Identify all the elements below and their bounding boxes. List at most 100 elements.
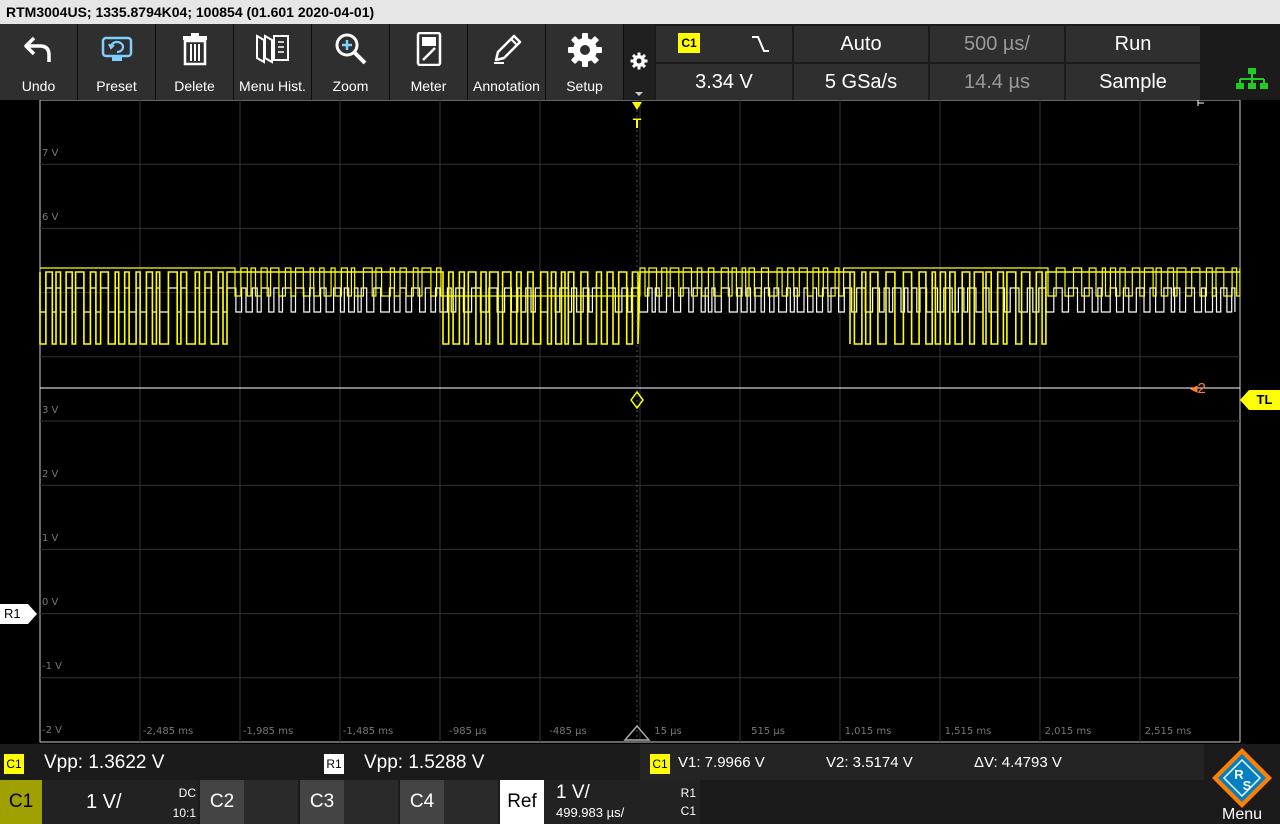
c1-scale-value: 1 V/ <box>86 791 122 813</box>
y-label: 6 V <box>42 212 59 223</box>
channel-c1-button[interactable]: C1 <box>0 780 42 824</box>
timebase-cell[interactable]: 500 µs/ <box>930 26 1064 62</box>
cursor-delta-value: ΔV: 4.4793 V <box>974 754 1062 771</box>
ref-source-value: C1 <box>680 804 696 818</box>
run-state-cell[interactable]: Run <box>1066 26 1200 62</box>
waveform-display[interactable]: T <box>0 100 1280 744</box>
small-gear-icon <box>630 52 648 70</box>
ref-slot-value: R1 <box>680 786 696 800</box>
y-label: 0 V <box>42 597 59 608</box>
menu-history-label: Menu Hist. <box>239 78 306 94</box>
x-label: 15 µs <box>654 726 682 737</box>
annotation-button[interactable]: Annotation <box>468 24 546 100</box>
y-label: 3 V <box>42 405 59 416</box>
y-label: 2 V <box>42 469 59 480</box>
x-label: -1,485 ms <box>342 726 394 737</box>
delete-button[interactable]: Delete <box>156 24 234 100</box>
ref-time-value: 499.983 µs/ <box>556 805 625 820</box>
reference-offset-arrow <box>28 604 37 624</box>
x-label: 1,015 ms <box>844 726 892 737</box>
instrument-title: RTM3004US; 1335.8794K04; 100854 (01.601 … <box>0 0 1280 24</box>
meter-icon <box>416 32 441 66</box>
channel-bar: C1 1 V/ DC 10:1 C2 C3 C4 Ref 1 V/ 499.98… <box>0 780 1280 824</box>
annotation-label: Annotation <box>473 78 540 94</box>
preset-label: Preset <box>96 78 137 94</box>
svg-text:S: S <box>1243 778 1252 793</box>
cursor-v2-value: V2: 3.5174 V <box>826 754 913 771</box>
measurement-bar: C1 Vpp: 1.3622 V R1 Vpp: 1.5288 V C1 V1:… <box>0 744 1280 780</box>
c1-vpp-value[interactable]: Vpp: 1.3622 V <box>44 752 164 774</box>
r1-measure-badge: R1 <box>324 754 344 774</box>
cursor-source-badge: C1 <box>650 754 670 774</box>
y-label: 7 V <box>42 148 59 159</box>
trigger-source-badge: C1 <box>678 33 700 53</box>
dropdown-arrow-icon <box>635 92 643 96</box>
reference-line-marker[interactable]: ◂2 <box>1190 379 1206 397</box>
y-label: -2 V <box>42 725 62 736</box>
x-label: 2,515 ms <box>1144 726 1192 737</box>
x-label: 1,515 ms <box>944 726 992 737</box>
rohde-schwarz-logo-icon: R S <box>1212 748 1272 808</box>
r1-vpp-value[interactable]: Vpp: 1.5288 V <box>364 752 484 774</box>
x-label: 515 µs <box>751 726 785 737</box>
x-label: 2,015 ms <box>1044 726 1092 737</box>
left-arrow-icon: ◂ <box>1190 380 1198 397</box>
network-icon <box>1236 68 1268 89</box>
reference-offset-marker[interactable]: R1 <box>0 604 38 624</box>
c1-measure-badge: C1 <box>4 754 24 774</box>
y-label: -1 V <box>42 661 62 672</box>
pencil-icon <box>493 34 521 64</box>
trigger-level-arrow <box>1240 390 1249 410</box>
zoom-icon <box>335 33 366 65</box>
reference-settings[interactable]: 1 V/ 499.983 µs/ R1 C1 <box>544 780 700 824</box>
reference-offset-label: R1 <box>0 604 28 624</box>
ref-scale-value: 1 V/ <box>556 782 590 803</box>
trigger-label: T <box>633 115 642 131</box>
acquisition-mode-cell[interactable]: Sample <box>1066 64 1200 100</box>
undo-label: Undo <box>21 78 56 94</box>
undo-button[interactable]: Undo <box>0 24 78 100</box>
channel-c2-settings[interactable] <box>244 780 298 824</box>
x-label: -485 µs <box>549 726 587 737</box>
x-label: -985 µs <box>449 726 487 737</box>
channel-c4-button[interactable]: C4 <box>400 780 444 824</box>
cursor-v1-value: V1: 7.9966 V <box>678 754 765 771</box>
trigger-offset-cell[interactable]: 14.4 µs <box>930 64 1064 100</box>
setup-button[interactable]: Setup <box>546 24 624 100</box>
trash-icon <box>182 33 207 66</box>
channel-c2-button[interactable]: C2 <box>200 780 244 824</box>
reference-line-index: 2 <box>1197 380 1206 397</box>
zoom-label: Zoom <box>332 78 369 94</box>
y-label: 1 V <box>42 533 59 544</box>
meter-button[interactable]: Meter <box>390 24 468 100</box>
toolbar: Undo Preset Delete Menu Hist. Zoom Meter… <box>0 24 1280 100</box>
menu-history-icon <box>255 34 289 64</box>
setup-label: Setup <box>566 78 603 94</box>
channel-c3-button[interactable]: C3 <box>300 780 344 824</box>
channel-c3-settings[interactable] <box>344 780 398 824</box>
quick-settings-button[interactable] <box>624 24 654 100</box>
x-label: -2,485 ms <box>142 726 194 737</box>
delete-label: Delete <box>174 78 215 94</box>
falling-edge-icon <box>752 36 769 52</box>
reference-button[interactable]: Ref <box>500 780 544 824</box>
trigger-level-marker[interactable]: TL <box>1240 390 1280 410</box>
preset-icon <box>101 36 132 61</box>
x-label: -1,985 ms <box>242 726 294 737</box>
channel-c4-settings[interactable] <box>444 780 498 824</box>
zoom-button[interactable]: Zoom <box>312 24 390 100</box>
channel-c1-settings[interactable]: 1 V/ DC 10:1 <box>42 780 198 824</box>
menu-history-button[interactable]: Menu Hist. <box>234 24 312 100</box>
sample-rate-cell[interactable]: 5 GSa/s <box>794 64 928 100</box>
trigger-level-cell[interactable]: 3.34 V <box>656 64 792 100</box>
gear-icon <box>567 33 602 67</box>
undo-icon <box>23 36 51 62</box>
menu-label: Menu <box>1221 806 1263 823</box>
menu-button[interactable]: R S Menu <box>1204 744 1280 824</box>
trigger-mode-cell[interactable]: Auto <box>794 26 928 62</box>
trigger-level-label: TL <box>1249 390 1280 410</box>
meter-label: Meter <box>410 78 447 94</box>
c1-probe-value: 10:1 <box>172 806 196 820</box>
trigger-source-cell[interactable]: C1 <box>656 26 792 62</box>
preset-button[interactable]: Preset <box>78 24 156 100</box>
